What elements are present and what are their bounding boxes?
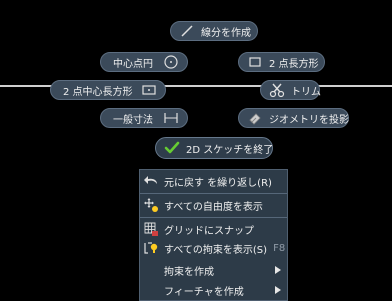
menu-item-label: すべての自由度を表示	[164, 201, 263, 213]
menu-item-label: グリッドにスナップ	[164, 225, 254, 237]
menu-item-show-all-dof[interactable]: すべての自由度を表示	[140, 194, 287, 216]
circle-icon	[163, 54, 179, 70]
menu-icon-spacer	[140, 279, 162, 300]
menu-item-label: 元に戻す を繰り返し(R)	[164, 177, 272, 189]
two-point-rectangle-label: 2 点長方形	[269, 58, 319, 70]
finish-sketch-button[interactable]: 2D スケッチを終了	[155, 137, 273, 159]
rectangle-icon	[247, 54, 263, 70]
line-segment-button[interactable]: 線分を作成	[170, 21, 258, 41]
trim-button[interactable]: トリム	[260, 80, 321, 100]
center-circle-button[interactable]: 中心点円	[100, 52, 188, 72]
context-menu: 元に戻す を繰り返し(R) すべての自由度を表示 グリッドにスナップ すべての拘…	[139, 169, 288, 301]
menu-item-label: 拘束を作成	[164, 266, 214, 278]
trim-label: トリム	[291, 86, 321, 98]
menu-item-repeat-undo[interactable]: 元に戻す を繰り返し(R)	[140, 170, 287, 192]
scissors-icon	[269, 82, 285, 98]
menu-icon-spacer	[140, 259, 162, 281]
finish-sketch-label: 2D スケッチを終了	[186, 144, 274, 156]
project-geometry-icon	[247, 110, 263, 126]
checkmark-icon	[164, 140, 180, 156]
two-point-rectangle-button[interactable]: 2 点長方形	[238, 52, 325, 72]
submenu-arrow-icon	[275, 286, 281, 294]
center-rectangle-button[interactable]: 2 点中心長方形	[50, 80, 166, 100]
project-geometry-label: ジオメトリを投影	[269, 114, 349, 126]
dimension-button[interactable]: 一般寸法	[100, 108, 188, 128]
menu-item-shortcut: F8	[273, 242, 286, 254]
center-rectangle-icon	[141, 82, 157, 98]
degrees-of-freedom-icon	[140, 194, 162, 216]
dimension-icon	[163, 110, 179, 126]
center-circle-label: 中心点円	[113, 58, 153, 70]
submenu-arrow-icon	[275, 266, 281, 274]
line-segment-label: 線分を作成	[201, 27, 251, 39]
project-geometry-button[interactable]: ジオメトリを投影	[238, 108, 349, 128]
menu-item-label: フィーチャを作成	[164, 286, 244, 298]
menu-item-show-all-constraints[interactable]: すべての拘束を表示(S) F8	[140, 237, 287, 259]
line-icon	[179, 23, 195, 39]
center-rectangle-label: 2 点中心長方形	[63, 86, 133, 98]
menu-item-create-constraint[interactable]: 拘束を作成	[140, 259, 287, 281]
menu-item-create-feature[interactable]: フィーチャを作成	[140, 279, 287, 300]
menu-item-label: すべての拘束を表示(S)	[164, 244, 268, 256]
undo-arrow-icon	[140, 170, 162, 192]
dimension-label: 一般寸法	[113, 114, 153, 126]
constraint-icon	[140, 237, 162, 259]
